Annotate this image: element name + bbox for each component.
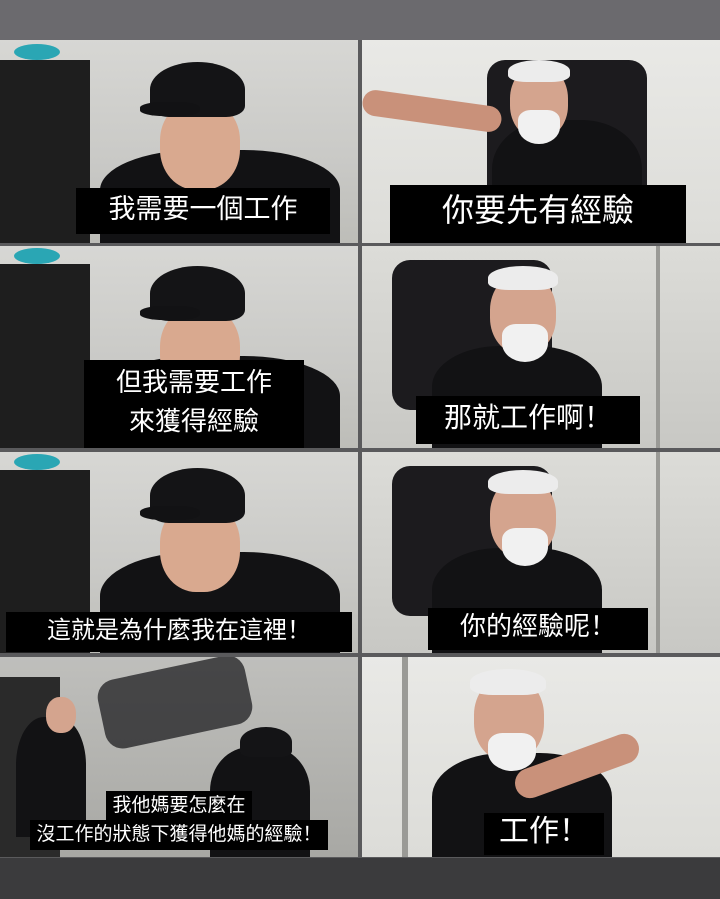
door-frame	[402, 657, 408, 857]
beard	[488, 733, 536, 771]
caption-2: 你要先有經驗	[390, 185, 686, 243]
caption-7-line-2: 沒工作的狀態下獲得他媽的經驗！	[30, 820, 328, 850]
beard	[502, 324, 548, 362]
caption-7-line-1: 我他媽要怎麼在	[106, 791, 252, 821]
panel-1-young-man: 我需要一個工作	[0, 40, 358, 243]
panel-7-chair-throw: 我他媽要怎麼在 沒工作的狀態下獲得他媽的經驗！	[0, 657, 358, 857]
caption-3-line-2: 來獲得經驗	[128, 407, 259, 437]
cap-brim	[140, 102, 200, 116]
hair	[508, 60, 570, 82]
caption-2-line: 你要先有經驗	[441, 191, 634, 229]
flying-chair	[94, 657, 256, 752]
caption-5-line: 這就是為什麼我在這裡！	[47, 616, 311, 644]
top-bar	[0, 0, 720, 40]
panel-5-young-man: 這就是為什麼我在這裡！	[0, 452, 358, 653]
face	[46, 697, 76, 733]
cap-brim	[140, 306, 200, 320]
hair	[488, 266, 558, 290]
panel-8-old-man-pointing: 工作！	[362, 657, 720, 857]
caption-1: 我需要一個工作	[76, 188, 330, 234]
arm	[362, 88, 504, 134]
caption-8-line: 工作！	[499, 814, 589, 849]
caption-6-line: 你的經驗呢！	[459, 612, 616, 642]
door-frame	[656, 452, 660, 653]
bowl	[14, 44, 60, 60]
cap-brim	[140, 506, 200, 520]
beard	[518, 110, 560, 144]
hair	[488, 470, 558, 494]
panel-4-old-man: 那就工作啊！	[362, 246, 720, 448]
panel-2-old-man: 你要先有經驗	[362, 40, 720, 243]
caption-4-line: 那就工作啊！	[443, 401, 612, 434]
bowl	[14, 248, 60, 264]
bowl	[14, 454, 60, 470]
panel-6-old-man: 你的經驗呢！	[362, 452, 720, 653]
caption-5: 這就是為什麼我在這裡！	[6, 612, 352, 652]
caption-3: 但我需要工作 來獲得經驗	[84, 360, 304, 448]
hair	[470, 669, 546, 695]
caption-8: 工作！	[484, 813, 604, 855]
panel-3-young-man: 但我需要工作 來獲得經驗	[0, 246, 358, 448]
door-frame	[656, 246, 660, 448]
bottom-bar	[0, 858, 720, 899]
caption-6: 你的經驗呢！	[428, 608, 648, 650]
caption-4: 那就工作啊！	[416, 396, 640, 444]
beard	[502, 528, 548, 566]
caption-1-line: 我需要一個工作	[108, 194, 298, 225]
cap	[240, 727, 292, 757]
caption-3-line-1: 但我需要工作	[115, 368, 272, 398]
caption-7: 我他媽要怎麼在 沒工作的狀態下獲得他媽的經驗！	[0, 787, 358, 857]
shelf	[0, 264, 90, 448]
